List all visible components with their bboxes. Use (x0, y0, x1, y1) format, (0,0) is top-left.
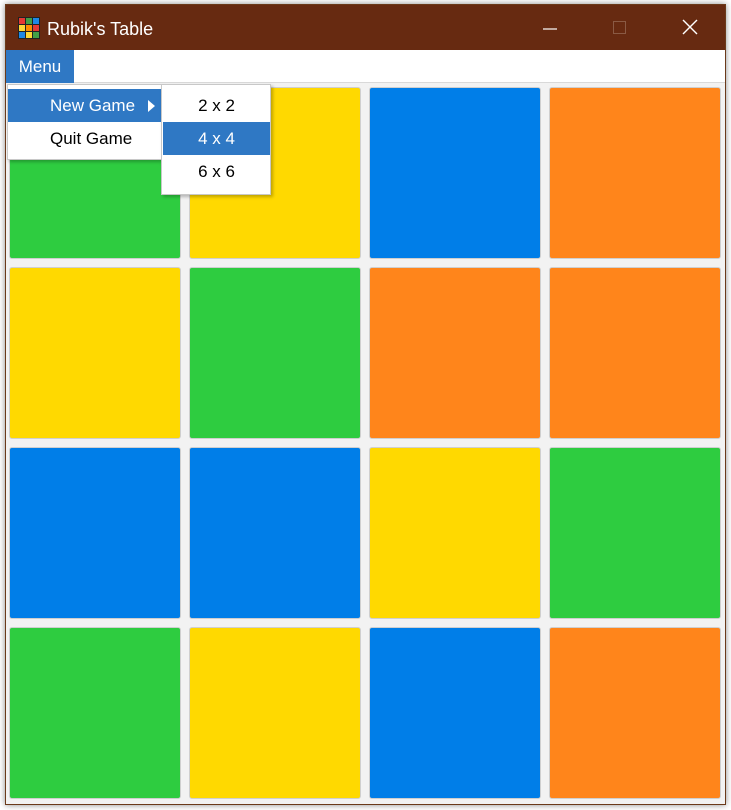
tile-blue[interactable] (9, 447, 181, 619)
maximize-button[interactable] (585, 5, 655, 50)
rubiks-cube-icon (18, 17, 40, 39)
tile-blue[interactable] (189, 447, 361, 619)
window-title: Rubik's Table (47, 19, 154, 39)
submenu-arrow-icon (148, 100, 155, 112)
tile-green[interactable] (189, 267, 361, 439)
tile-yellow[interactable] (189, 627, 361, 799)
tile-orange[interactable] (369, 267, 541, 439)
tile-orange[interactable] (549, 627, 721, 799)
submenu-item-4x4[interactable]: 4 x 4 (163, 122, 270, 155)
tile-yellow[interactable] (9, 267, 181, 439)
menu-bar: Menu (6, 50, 725, 83)
menu-button[interactable]: Menu (6, 50, 74, 83)
tile-green[interactable] (549, 447, 721, 619)
minimize-icon (543, 28, 557, 30)
menu-item-new-game[interactable]: New Game (8, 89, 162, 122)
minimize-button[interactable] (515, 5, 585, 50)
tile-blue[interactable] (369, 87, 541, 259)
menu-item-label: New Game (50, 96, 136, 115)
submenu-item-6x6[interactable]: 6 x 6 (163, 155, 270, 188)
close-button[interactable] (655, 5, 725, 50)
app-window: Rubik's Table Menu New Game Quit Game 2 … (5, 4, 726, 805)
title-bar[interactable]: Rubik's Table (6, 5, 725, 50)
maximize-icon (613, 21, 626, 34)
game-board (9, 87, 723, 803)
tile-blue[interactable] (369, 627, 541, 799)
menu-dropdown: New Game Quit Game (7, 84, 163, 160)
close-icon (682, 19, 698, 35)
menu-item-quit-game[interactable]: Quit Game (8, 122, 162, 155)
tile-yellow[interactable] (369, 447, 541, 619)
tile-green[interactable] (9, 627, 181, 799)
tile-orange[interactable] (549, 87, 721, 259)
menu-item-label: Quit Game (50, 129, 133, 148)
submenu-item-2x2[interactable]: 2 x 2 (163, 89, 270, 122)
new-game-submenu: 2 x 2 4 x 4 6 x 6 (161, 84, 271, 195)
tile-orange[interactable] (549, 267, 721, 439)
